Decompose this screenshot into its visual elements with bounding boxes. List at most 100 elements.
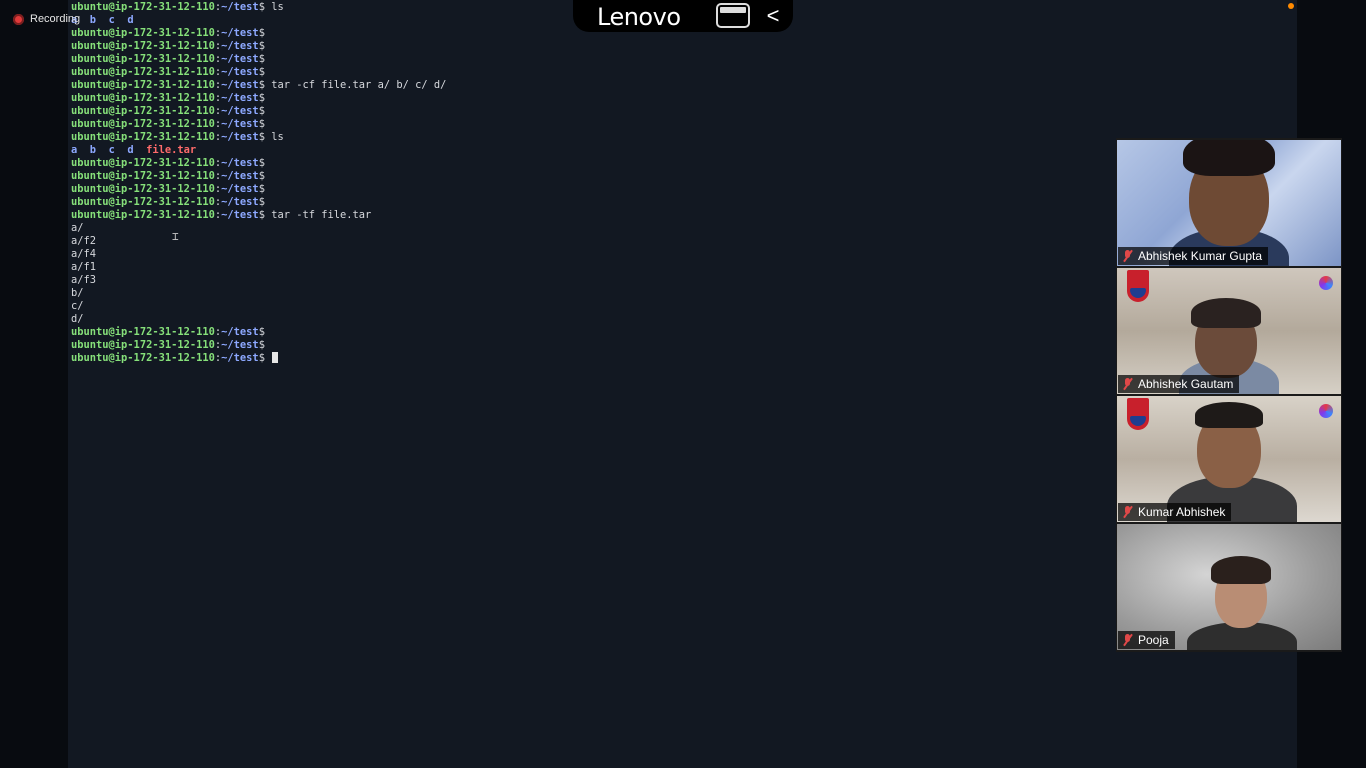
org-logo-icon xyxy=(1319,276,1333,290)
participant-name-tag: Kumar Abhishek xyxy=(1118,503,1232,521)
prompt-symbol: $ xyxy=(258,326,265,338)
prompt-path: ~/test xyxy=(221,196,259,208)
notification-dot xyxy=(1288,3,1294,9)
prompt-symbol: $ xyxy=(258,196,265,208)
terminal-cursor[interactable] xyxy=(272,352,279,363)
prompt-symbol: $ xyxy=(258,157,265,169)
certified-badge-icon xyxy=(1127,270,1149,302)
participant-hair xyxy=(1191,298,1261,328)
prompt-path: ~/test xyxy=(221,53,259,65)
recording-indicator[interactable]: Recording xyxy=(13,13,80,25)
prompt-user-host: ubuntu@ip-172-31-12-110 xyxy=(71,40,215,52)
prompt-user-host: ubuntu@ip-172-31-12-110 xyxy=(71,131,215,143)
directory-entry: d xyxy=(127,14,134,26)
mic-off-icon xyxy=(1121,505,1133,519)
screen-share-button[interactable] xyxy=(716,3,750,28)
prompt-user-host: ubuntu@ip-172-31-12-110 xyxy=(71,326,215,338)
prompt-user-host: ubuntu@ip-172-31-12-110 xyxy=(71,352,215,364)
prompt-user-host: ubuntu@ip-172-31-12-110 xyxy=(71,66,215,78)
screen-icon xyxy=(720,7,746,13)
recording-label: Recording xyxy=(30,13,81,25)
directory-entry: b xyxy=(89,144,97,156)
prompt-path: ~/test xyxy=(221,352,259,364)
terminal-line: a/f2 xyxy=(71,235,446,248)
prompt-path: ~/test xyxy=(221,209,259,221)
participant-tile[interactable]: Abhishek Gautam xyxy=(1117,268,1341,394)
terminal-line: ubuntu@ip-172-31-12-110:~/test$ xyxy=(71,170,446,183)
participant-name: Abhishek Kumar Gupta xyxy=(1138,249,1263,263)
terminal-line: ubuntu@ip-172-31-12-110:~/test$ tar -cf … xyxy=(71,79,446,92)
terminal-line: a/f4 xyxy=(71,248,446,261)
prompt-user-host: ubuntu@ip-172-31-12-110 xyxy=(71,170,215,182)
terminal-line: a b c d xyxy=(71,14,446,27)
mic-off-icon xyxy=(1121,249,1133,263)
participant-hair xyxy=(1195,402,1263,428)
prompt-symbol: $ xyxy=(258,118,265,130)
terminal-line: ubuntu@ip-172-31-12-110:~/test$ xyxy=(71,352,446,365)
terminal-output: ubuntu@ip-172-31-12-110:~/test$ ls a b c … xyxy=(71,1,446,365)
prompt-symbol: $ xyxy=(258,27,265,39)
participant-tile[interactable]: Abhishek Kumar Gupta xyxy=(1117,140,1341,266)
terminal-line: d/ xyxy=(71,313,446,326)
output-text: c/ xyxy=(71,300,84,312)
terminal-line: ubuntu@ip-172-31-12-110:~/test$ xyxy=(71,339,446,352)
participant-name-tag: Abhishek Kumar Gupta xyxy=(1118,247,1269,265)
prompt-path: ~/test xyxy=(221,131,259,143)
prompt-path: ~/test xyxy=(221,326,259,338)
prompt-path: ~/test xyxy=(221,92,259,104)
prompt-path: ~/test xyxy=(221,79,259,91)
participant-name-tag: Pooja xyxy=(1118,631,1175,649)
terminal-line: a/f3 xyxy=(71,274,446,287)
mic-off-icon xyxy=(1121,633,1133,647)
prompt-symbol: $ xyxy=(258,40,265,52)
terminal-line: ubuntu@ip-172-31-12-110:~/test$ xyxy=(71,40,446,53)
prompt-path: ~/test xyxy=(221,170,259,182)
prompt-user-host: ubuntu@ip-172-31-12-110 xyxy=(71,196,215,208)
terminal-line: ubuntu@ip-172-31-12-110:~/test$ xyxy=(71,105,446,118)
prompt-path: ~/test xyxy=(221,183,259,195)
participant-name: Kumar Abhishek xyxy=(1138,505,1226,519)
prompt-user-host: ubuntu@ip-172-31-12-110 xyxy=(71,53,215,65)
terminal-line: ubuntu@ip-172-31-12-110:~/test$ xyxy=(71,196,446,209)
prompt-user-host: ubuntu@ip-172-31-12-110 xyxy=(71,339,215,351)
prompt-user-host: ubuntu@ip-172-31-12-110 xyxy=(71,92,215,104)
participant-hair xyxy=(1183,140,1275,176)
prompt-path: ~/test xyxy=(221,27,259,39)
prompt-user-host: ubuntu@ip-172-31-12-110 xyxy=(71,157,215,169)
prompt-path: ~/test xyxy=(221,105,259,117)
device-top-bar: Lenovo < xyxy=(573,0,793,32)
directory-entry: c xyxy=(108,144,115,156)
command-text: ls xyxy=(264,131,284,143)
terminal-line: ubuntu@ip-172-31-12-110:~/test$ ls xyxy=(71,1,446,14)
participant-tile[interactable]: Kumar Abhishek xyxy=(1117,396,1341,522)
prompt-symbol: $ xyxy=(258,105,265,117)
terminal-line: ubuntu@ip-172-31-12-110:~/test$ tar -tf … xyxy=(71,209,446,222)
command-text: tar -tf file.tar xyxy=(264,209,372,221)
terminal-line: a/ xyxy=(71,222,446,235)
output-text: a/f2 xyxy=(71,235,97,247)
terminal-line: a b c d file.tar xyxy=(71,144,446,157)
record-icon xyxy=(13,13,24,25)
terminal-line: ubuntu@ip-172-31-12-110:~/test$ xyxy=(71,157,446,170)
participants-panel: Abhishek Kumar Gupta Abhishek Gautam Kum… xyxy=(1116,138,1342,652)
prompt-symbol: $ xyxy=(258,170,265,182)
prompt-user-host: ubuntu@ip-172-31-12-110 xyxy=(71,1,215,13)
prompt-path: ~/test xyxy=(221,1,259,13)
terminal-window[interactable]: ubuntu@ip-172-31-12-110:~/test$ ls a b c … xyxy=(68,0,1297,768)
terminal-line: c/ xyxy=(71,300,446,313)
collapse-button[interactable]: < xyxy=(763,3,783,29)
mic-off-icon xyxy=(1121,377,1133,391)
terminal-line: ubuntu@ip-172-31-12-110:~/test$ xyxy=(71,118,446,131)
prompt-path: ~/test xyxy=(221,118,259,130)
terminal-line: a/f1 xyxy=(71,261,446,274)
output-text: a/ xyxy=(71,222,84,234)
prompt-user-host: ubuntu@ip-172-31-12-110 xyxy=(71,27,215,39)
participant-tile[interactable]: Pooja xyxy=(1117,524,1341,650)
text-cursor-icon: ⌶ xyxy=(172,230,179,243)
prompt-user-host: ubuntu@ip-172-31-12-110 xyxy=(71,79,215,91)
prompt-user-host: ubuntu@ip-172-31-12-110 xyxy=(71,105,215,117)
prompt-path: ~/test xyxy=(221,40,259,52)
participant-name: Abhishek Gautam xyxy=(1138,377,1234,391)
terminal-line: ubuntu@ip-172-31-12-110:~/test$ xyxy=(71,27,446,40)
certified-badge-icon xyxy=(1127,398,1149,430)
